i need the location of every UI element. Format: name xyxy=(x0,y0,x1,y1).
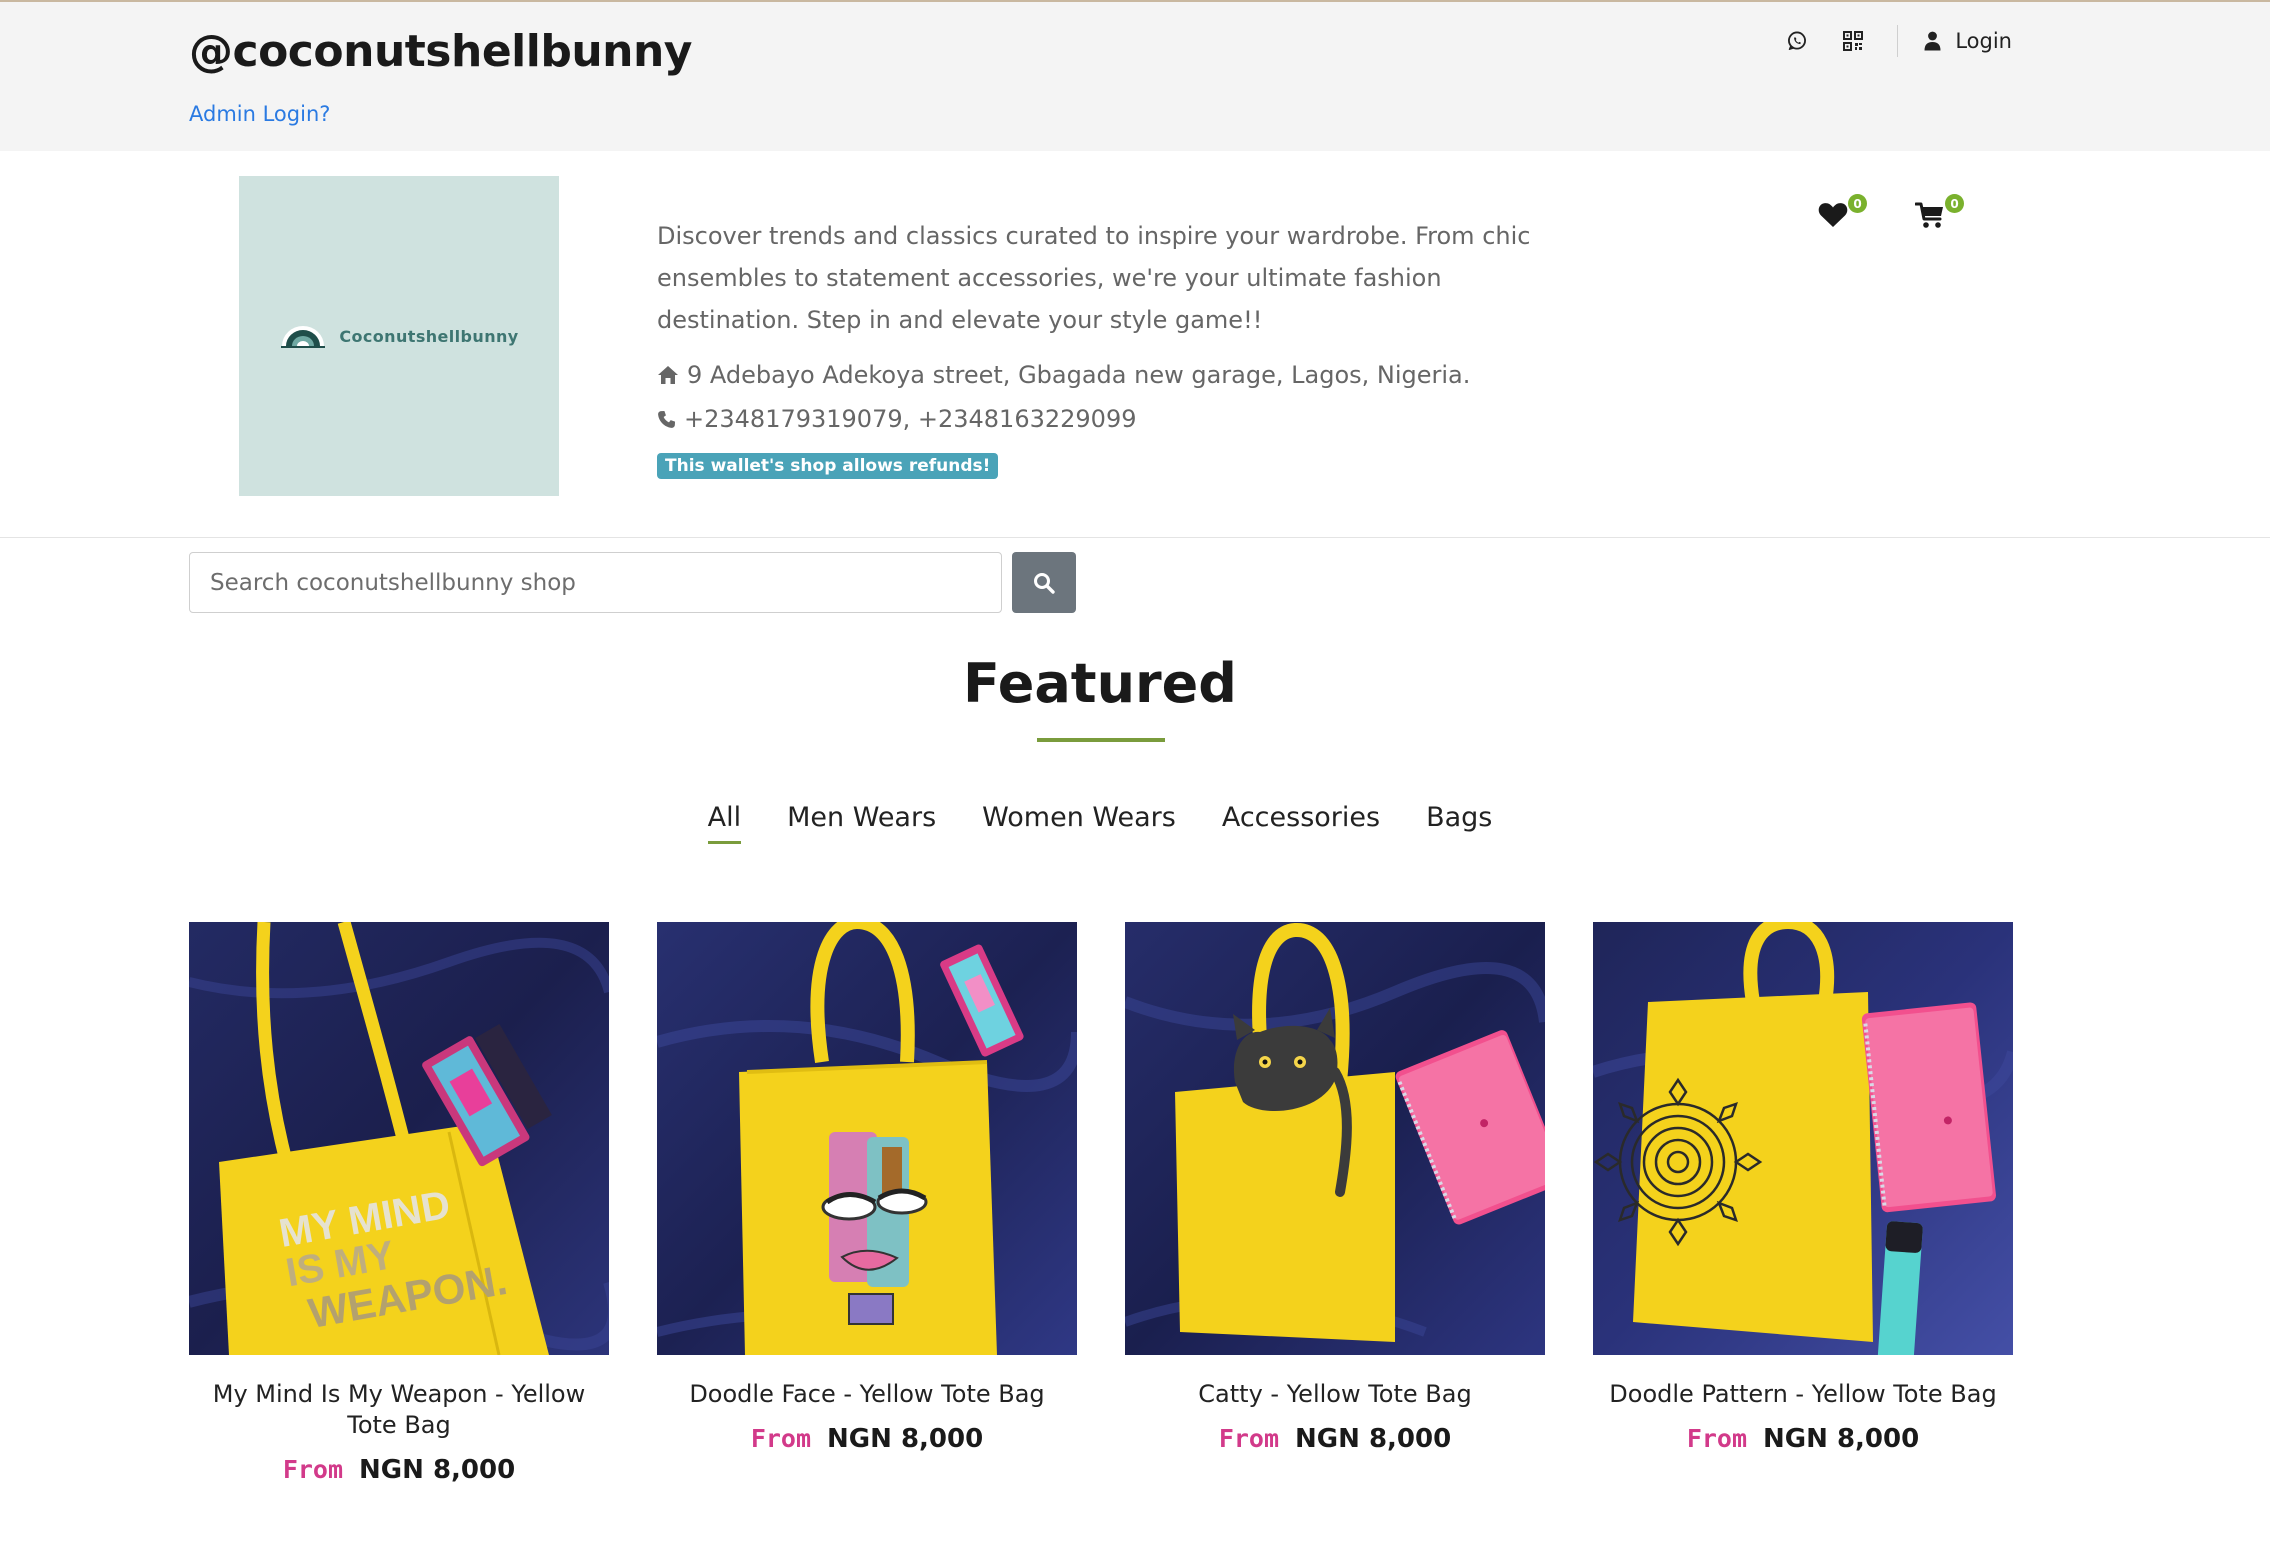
home-icon xyxy=(658,366,678,384)
cart-count-badge: 0 xyxy=(1945,194,1964,213)
product-name[interactable]: Doodle Pattern - Yellow Tote Bag xyxy=(1593,1379,2013,1410)
login-button[interactable]: Login xyxy=(1912,29,2012,53)
coconut-shell-logo-icon xyxy=(281,326,326,348)
shop-description: Discover trends and classics curated to … xyxy=(657,222,1531,334)
shop-search xyxy=(189,552,1076,613)
price-value: NGN 8,000 xyxy=(1763,1424,1920,1454)
tab-bags[interactable]: Bags xyxy=(1426,802,1492,844)
cart-button[interactable]: 0 xyxy=(1915,194,1965,234)
shop-handle: @coconutshellbunny xyxy=(189,26,692,77)
product-price: From NGN 8,000 xyxy=(1125,1424,1545,1454)
shop-logo: Coconutshellbunny xyxy=(239,176,559,496)
product-card[interactable]: Doodle Face - Yellow Tote Bag From NGN 8… xyxy=(657,922,1077,1485)
shop-address: 9 Adebayo Adekoya street, Gbagada new ga… xyxy=(657,361,1557,389)
logo-wordmark: Coconutshellbunny xyxy=(339,326,519,346)
shop-about: Discover trends and classics curated to … xyxy=(657,215,1557,479)
price-from-label: From xyxy=(282,1455,344,1484)
refund-badge: This wallet's shop allows refunds! xyxy=(657,453,999,479)
product-name[interactable]: Catty - Yellow Tote Bag xyxy=(1125,1379,1545,1410)
user-icon xyxy=(1924,31,1941,51)
phone-icon xyxy=(658,410,676,428)
shop-phone: +2348179319079, +2348163229099 xyxy=(657,405,1557,433)
phone-text: +2348179319079, +2348163229099 xyxy=(684,405,1137,433)
search-button[interactable] xyxy=(1012,552,1076,613)
product-card[interactable]: Doodle Pattern - Yellow Tote Bag From NG… xyxy=(1593,922,2013,1485)
search-icon xyxy=(1034,572,1055,594)
product-card[interactable]: MY MIND IS MY WEAPON. My Mind Is My Weap… xyxy=(189,922,609,1485)
featured-underline xyxy=(1037,738,1165,742)
product-image[interactable] xyxy=(1125,922,1545,1355)
product-price: From NGN 8,000 xyxy=(189,1455,609,1485)
product-card[interactable]: Catty - Yellow Tote Bag From NGN 8,000 xyxy=(1125,922,1545,1485)
price-value: NGN 8,000 xyxy=(827,1424,984,1454)
top-actions: Login xyxy=(1769,24,2012,58)
product-name[interactable]: Doodle Face - Yellow Tote Bag xyxy=(657,1379,1077,1410)
header-divider xyxy=(1897,25,1899,57)
cart-icon xyxy=(1915,202,1943,228)
address-text: 9 Adebayo Adekoya street, Gbagada new ga… xyxy=(687,361,1471,389)
price-from-label: From xyxy=(750,1424,812,1453)
featured-heading: Featured xyxy=(963,652,1237,715)
wishlist-button[interactable]: 0 xyxy=(1818,194,1868,234)
product-grid: MY MIND IS MY WEAPON. My Mind Is My Weap… xyxy=(189,922,2013,1485)
product-image[interactable] xyxy=(1593,922,2013,1355)
admin-login-link[interactable]: Admin Login? xyxy=(189,102,330,126)
price-from-label: From xyxy=(1686,1424,1748,1453)
category-tabs: All Men Wears Women Wears Accessories Ba… xyxy=(0,802,2200,844)
product-image[interactable]: MY MIND IS MY WEAPON. xyxy=(189,922,609,1355)
qr-code-icon[interactable] xyxy=(1825,24,1881,58)
wishlist-count-badge: 0 xyxy=(1848,194,1867,213)
product-image[interactable] xyxy=(657,922,1077,1355)
tab-accessories[interactable]: Accessories xyxy=(1222,802,1380,844)
top-bar: @coconutshellbunny Admin Login? Login xyxy=(0,0,2270,151)
tab-men-wears[interactable]: Men Wears xyxy=(787,802,936,844)
search-input[interactable] xyxy=(189,552,1002,613)
product-name[interactable]: My Mind Is My Weapon - Yellow Tote Bag xyxy=(189,1379,609,1441)
price-from-label: From xyxy=(1218,1424,1280,1453)
login-label: Login xyxy=(1955,29,2012,53)
shop-profile: Coconutshellbunny Discover trends and cl… xyxy=(0,151,2270,538)
tab-all[interactable]: All xyxy=(707,802,742,844)
whatsapp-icon[interactable] xyxy=(1769,24,1825,58)
product-price: From NGN 8,000 xyxy=(657,1424,1077,1454)
price-value: NGN 8,000 xyxy=(359,1455,516,1485)
tab-women-wears[interactable]: Women Wears xyxy=(982,802,1176,844)
heart-icon xyxy=(1818,203,1848,227)
product-price: From NGN 8,000 xyxy=(1593,1424,2013,1454)
price-value: NGN 8,000 xyxy=(1295,1424,1452,1454)
